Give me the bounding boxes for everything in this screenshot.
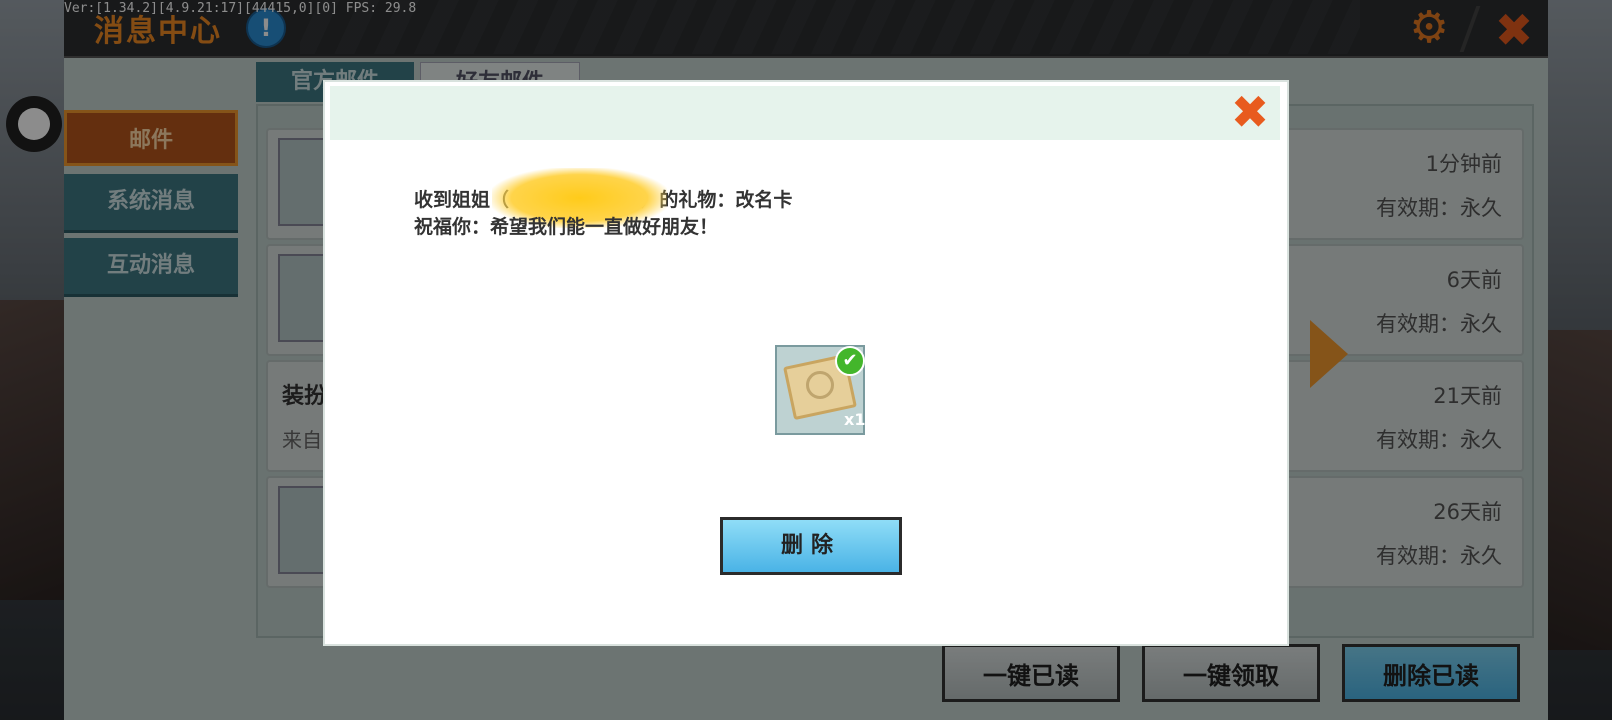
rename-card-symbol-icon (806, 371, 834, 399)
item-quantity: x1 (844, 410, 866, 429)
claimed-check-icon: ✔ (835, 346, 865, 376)
dialog-header (330, 86, 1280, 140)
gift-message-line2: 祝福你：希望我们能一直做好朋友！ (414, 216, 719, 238)
dialog-close-icon[interactable]: ✖ (1226, 88, 1274, 136)
delete-button[interactable]: 删除 (720, 517, 902, 575)
